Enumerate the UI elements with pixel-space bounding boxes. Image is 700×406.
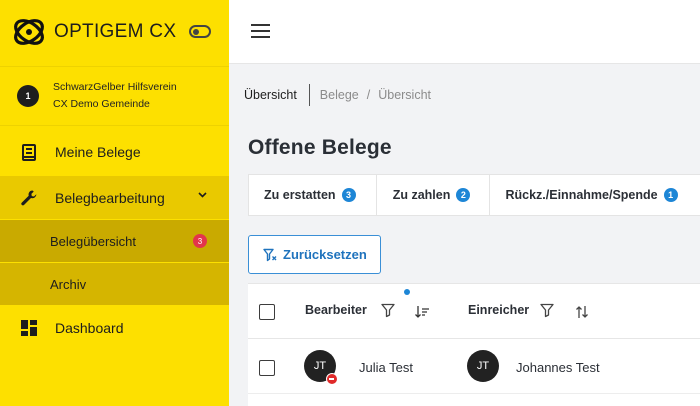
sidebar: OPTIGEM CX 1 SchwarzGelber Hilfsverein C… (0, 0, 229, 406)
sort-icon[interactable] (574, 304, 590, 320)
filter-icon[interactable] (539, 302, 555, 318)
wrench-icon (20, 189, 38, 207)
brand[interactable]: OPTIGEM CX (12, 14, 176, 50)
hamburger-menu-icon[interactable] (251, 24, 270, 40)
sidebar-item-dashboard[interactable]: Dashboard (0, 308, 229, 348)
reset-filters-button[interactable]: Zurücksetzen (248, 235, 381, 274)
tab-count-badge: 1 (663, 188, 678, 202)
chevron-down-icon (198, 190, 207, 201)
sidebar-item-archiv[interactable]: Archiv (0, 263, 229, 305)
toggle-knob (193, 28, 199, 35)
bearbeiter-name: Julia Test (359, 360, 413, 375)
row-checkbox[interactable] (259, 360, 275, 376)
status-blocked-icon (326, 373, 338, 385)
tab-bar: Zu erstatten 3 Zu zahlen 2 Rückz./Einnah… (248, 174, 700, 216)
breadcrumb-leaf: Übersicht (378, 88, 432, 102)
sidebar-item-belegbearbeitung[interactable]: Belegbearbeitung (0, 176, 229, 219)
page-title: Offene Belege (248, 136, 392, 159)
optigem-logo-icon (14, 19, 44, 45)
sidebar-item-label: Meine Belege (55, 144, 141, 160)
sort-active-indicator (404, 289, 410, 295)
table-row[interactable]: JT Julia Test JT Johannes Test (248, 340, 700, 394)
tab-label: Zu erstatten (264, 188, 336, 202)
tab-zu-zahlen[interactable]: Zu zahlen 2 (377, 175, 491, 215)
tab-count-badge: 2 (456, 188, 471, 202)
sidebar-item-meine-belege[interactable]: Meine Belege (0, 132, 229, 172)
einreicher-name: Johannes Test (516, 360, 600, 375)
tab-label: Zu zahlen (392, 188, 451, 202)
tab-count-badge: 3 (341, 188, 356, 202)
sidebar-item-label: Belegbearbeitung (55, 189, 165, 206)
sidebar-item-label: Dashboard (55, 320, 124, 336)
breadcrumb-belege-link[interactable]: Belege (320, 88, 359, 102)
tab-zu-erstatten[interactable]: Zu erstatten 3 (249, 175, 377, 215)
column-header-bearbeiter: Bearbeiter (305, 303, 367, 317)
breadcrumb-divider (308, 84, 310, 106)
organization-subname: CX Demo Gemeinde (53, 98, 150, 110)
sort-descending-icon[interactable] (414, 304, 430, 320)
sidebar-item-label: Archiv (50, 276, 87, 292)
organization-name: SchwarzGelber Hilfsverein (53, 81, 177, 93)
dashboard-icon (20, 319, 38, 337)
tab-label: Rückz./Einnahme/Spende (505, 188, 658, 202)
sidebar-item-beleguebersicht[interactable]: Belegübersicht 3 (0, 220, 229, 262)
sidebar-item-label: Belegübersicht (50, 233, 136, 249)
breadcrumb-current: Übersicht (244, 88, 297, 102)
reset-button-label: Zurücksetzen (283, 247, 367, 262)
top-bar (229, 0, 700, 64)
avatar: JT (467, 350, 499, 382)
filter-reset-icon (263, 248, 277, 262)
count-badge: 3 (193, 234, 207, 248)
select-all-checkbox[interactable] (259, 304, 275, 320)
organization-switcher[interactable]: 1 SchwarzGelber Hilfsverein CX Demo Geme… (0, 66, 229, 126)
tab-rueckzahlung-einnahme-spende[interactable]: Rückz./Einnahme/Spende 1 (490, 175, 700, 215)
receipt-icon (20, 143, 38, 161)
filter-icon[interactable] (380, 302, 396, 318)
breadcrumb: Übersicht Belege / Übersicht (244, 84, 431, 106)
column-header-einreicher: Einreicher (468, 303, 530, 317)
organization-badge: 1 (17, 85, 39, 107)
brand-name: OPTIGEM CX (54, 21, 177, 42)
belege-table: Bearbeiter Einreicher JT Julia Test JT J… (248, 283, 700, 406)
table-header: Bearbeiter Einreicher (248, 284, 700, 339)
sidebar-toggle[interactable] (189, 25, 211, 38)
breadcrumb-separator: / (366, 88, 371, 102)
